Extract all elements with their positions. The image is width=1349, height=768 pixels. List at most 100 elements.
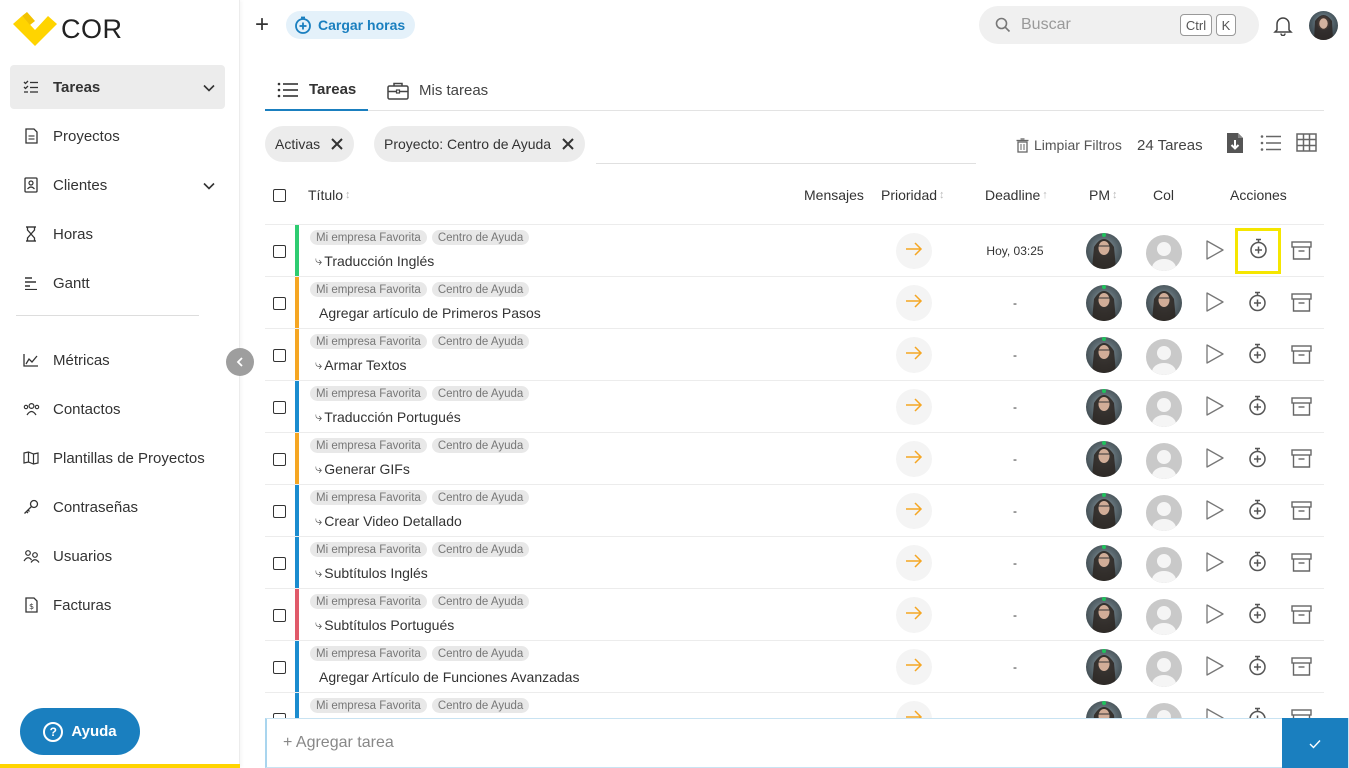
header-title[interactable]: Título ↕ <box>308 187 351 203</box>
row-tag[interactable]: Mi empresa Favorita <box>310 282 427 297</box>
add-time-button[interactable] <box>1248 395 1267 421</box>
collaborator-avatar[interactable] <box>1146 391 1182 427</box>
table-row[interactable]: Mi empresa Favorita Centro de Ayuda <box>265 693 1324 718</box>
pm-avatar[interactable] <box>1086 701 1122 718</box>
row-tag[interactable]: Centro de Ayuda <box>431 438 530 453</box>
play-button[interactable] <box>1205 395 1225 422</box>
table-row[interactable]: Mi empresa Favorita Centro de Ayuda ⤷ Tradu… <box>265 381 1324 433</box>
confirm-add-task-button[interactable] <box>1282 718 1348 768</box>
play-button[interactable] <box>1205 603 1225 630</box>
pm-avatar[interactable] <box>1086 597 1122 633</box>
collaborator-avatar[interactable] <box>1146 339 1182 375</box>
collaborator-avatar[interactable] <box>1146 285 1182 321</box>
add-time-button[interactable] <box>1248 655 1267 681</box>
priority-button[interactable] <box>896 441 932 477</box>
collaborator-avatar[interactable] <box>1146 547 1182 583</box>
priority-button[interactable] <box>896 597 932 633</box>
sidebar-item-contrasenas[interactable]: Contraseñas <box>10 485 225 529</box>
row-tag[interactable]: Mi empresa Favorita <box>310 698 427 713</box>
archive-button[interactable] <box>1291 657 1312 681</box>
pm-avatar[interactable] <box>1086 389 1122 425</box>
user-avatar[interactable] <box>1309 11 1338 40</box>
row-tag[interactable]: Mi empresa Favorita <box>310 594 427 609</box>
add-time-button[interactable] <box>1248 447 1267 473</box>
table-row[interactable]: Mi empresa Favorita Centro de Ayuda ⤷ Subtí… <box>265 537 1324 589</box>
archive-button[interactable] <box>1291 501 1312 525</box>
sidebar-item-contactos[interactable]: Contactos <box>10 387 225 431</box>
sidebar-item-usuarios[interactable]: Usuarios <box>10 534 225 578</box>
add-task-input[interactable]: + Agregar tarea <box>265 718 1349 768</box>
table-row[interactable]: Mi empresa Favorita Centro de Ayuda Agrega… <box>265 277 1324 329</box>
archive-button[interactable] <box>1291 605 1312 629</box>
table-row[interactable]: Mi empresa Favorita Centro de Ayuda ⤷ Tradu… <box>265 225 1324 277</box>
collaborator-avatar[interactable] <box>1146 703 1182 718</box>
row-tag[interactable]: Centro de Ayuda <box>431 490 530 505</box>
archive-button[interactable] <box>1291 449 1312 473</box>
close-icon[interactable] <box>330 137 344 151</box>
task-title[interactable]: ⤷ Traducción Portugués <box>315 409 461 425</box>
pm-avatar[interactable] <box>1086 441 1122 477</box>
search-input[interactable]: Buscar Ctrl K <box>979 6 1259 44</box>
task-title[interactable]: ⤷ Generar GIFs <box>315 461 410 477</box>
row-checkbox[interactable] <box>273 453 286 466</box>
add-time-button[interactable] <box>1248 499 1267 525</box>
row-checkbox[interactable] <box>273 401 286 414</box>
task-title[interactable]: ⤷ Crear Video Detallado <box>315 513 462 529</box>
archive-button[interactable] <box>1291 553 1312 577</box>
grid-view-button[interactable] <box>1296 133 1317 157</box>
priority-button[interactable] <box>896 233 932 269</box>
play-button[interactable] <box>1205 655 1225 682</box>
task-title[interactable]: ⤷ Subtítulos Portugués <box>315 617 454 633</box>
help-button[interactable]: ? Ayuda <box>20 708 140 755</box>
notifications-button[interactable] <box>1272 14 1294 41</box>
row-tag[interactable]: Mi empresa Favorita <box>310 386 427 401</box>
row-tag[interactable]: Mi empresa Favorita <box>310 542 427 557</box>
add-time-button[interactable] <box>1248 551 1267 577</box>
priority-button[interactable] <box>896 285 932 321</box>
chevron-down-icon[interactable] <box>203 177 215 194</box>
play-button[interactable] <box>1205 499 1225 526</box>
pm-avatar[interactable] <box>1086 233 1122 269</box>
row-tag[interactable]: Centro de Ayuda <box>431 698 530 713</box>
table-row[interactable]: Mi empresa Favorita Centro de Ayuda ⤷ Armar… <box>265 329 1324 381</box>
clear-filters-button[interactable]: Limpiar Filtros <box>1016 137 1122 153</box>
priority-button[interactable] <box>896 649 932 685</box>
select-all-checkbox[interactable] <box>273 189 286 202</box>
cargar-horas-button[interactable]: Cargar horas <box>286 11 416 39</box>
header-pm[interactable]: PM ↕ <box>1089 187 1118 203</box>
task-title[interactable]: Agregar artículo de Primeros Pasos <box>315 305 541 321</box>
sidebar-item-metricas[interactable]: Métricas <box>10 338 225 382</box>
add-time-button[interactable] <box>1248 343 1267 369</box>
row-checkbox[interactable] <box>273 297 286 310</box>
deadline-value[interactable]: - <box>965 608 1065 622</box>
collaborator-avatar[interactable] <box>1146 651 1182 687</box>
priority-button[interactable] <box>896 545 932 581</box>
add-time-button[interactable] <box>1235 228 1281 274</box>
sidebar-item-tareas[interactable]: Tareas <box>10 65 225 109</box>
row-tag[interactable]: Centro de Ayuda <box>431 230 530 245</box>
table-row[interactable]: Mi empresa Favorita Centro de Ayuda ⤷ Subtí… <box>265 589 1324 641</box>
play-button[interactable] <box>1205 707 1225 718</box>
chevron-down-icon[interactable] <box>203 79 215 96</box>
row-checkbox[interactable] <box>273 505 286 518</box>
collaborator-avatar[interactable] <box>1146 495 1182 531</box>
collaborator-avatar[interactable] <box>1146 235 1182 271</box>
play-button[interactable] <box>1205 291 1225 318</box>
deadline-value[interactable]: - <box>965 452 1065 466</box>
task-title[interactable]: Agregar Artículo de Funciones Avanzadas <box>315 669 579 685</box>
priority-button[interactable] <box>896 389 932 425</box>
sidebar-item-plantillas-de-proyectos[interactable]: Plantillas de Proyectos <box>10 436 225 480</box>
row-tag[interactable]: Mi empresa Favorita <box>310 438 427 453</box>
priority-button[interactable] <box>896 493 932 529</box>
table-row[interactable]: Mi empresa Favorita Centro de Ayuda ⤷ Gener… <box>265 433 1324 485</box>
sidebar-item-facturas[interactable]: $ Facturas <box>10 583 225 627</box>
collaborator-avatar[interactable] <box>1146 443 1182 479</box>
row-tag[interactable]: Centro de Ayuda <box>431 646 530 661</box>
deadline-value[interactable]: Hoy, 03:25 <box>965 244 1065 258</box>
play-button[interactable] <box>1205 551 1225 578</box>
row-tag[interactable]: Centro de Ayuda <box>431 386 530 401</box>
logo[interactable]: COR <box>13 12 123 46</box>
add-button[interactable]: + <box>255 13 269 37</box>
task-title[interactable]: ⤷ Subtítulos Inglés <box>315 565 428 581</box>
header-priority[interactable]: Prioridad ↕ <box>881 187 945 203</box>
